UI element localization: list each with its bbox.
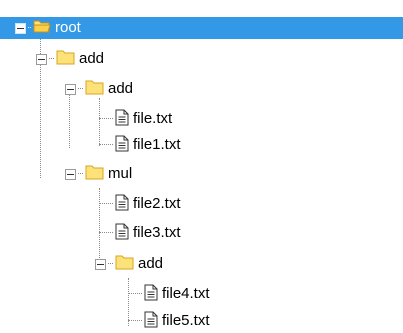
- text-file-icon: [144, 311, 158, 332]
- folder-icon: [85, 79, 104, 99]
- tree-connector-dots: [49, 58, 54, 60]
- tree-node-label: add: [138, 255, 164, 272]
- file-tree: root add add file.txt file1.txt mul file…: [0, 0, 403, 333]
- tree-node-file[interactable]: file2.txt: [99, 193, 181, 215]
- tree-node-file[interactable]: file.txt: [99, 108, 172, 130]
- collapse-toggle-icon[interactable]: [95, 258, 106, 270]
- text-file-icon: [115, 223, 129, 244]
- tree-node-file[interactable]: file5.txt: [128, 310, 210, 332]
- text-file-icon: [115, 109, 129, 130]
- text-file-icon: [115, 135, 129, 156]
- tree-connector-dots: [128, 320, 142, 322]
- folder-icon: [56, 49, 75, 69]
- collapse-toggle-icon[interactable]: [65, 168, 76, 180]
- collapse-toggle-icon[interactable]: [36, 53, 47, 65]
- text-file-icon: [115, 194, 129, 215]
- folder-icon: [85, 164, 104, 184]
- tree-node-label: file1.txt: [133, 136, 181, 153]
- tree-connector-dots: [99, 203, 113, 205]
- tree-node-folder[interactable]: add: [95, 253, 163, 275]
- folder-icon: [115, 254, 134, 274]
- text-file-icon: [144, 284, 158, 305]
- tree-connector-line: [69, 92, 70, 148]
- tree-node-label: root: [55, 19, 81, 36]
- tree-connector-dots: [78, 173, 83, 175]
- tree-node-label: add: [108, 80, 134, 97]
- collapse-toggle-icon[interactable]: [65, 83, 76, 95]
- folder-open-icon: [33, 18, 51, 38]
- collapse-toggle-icon[interactable]: [15, 22, 26, 34]
- tree-node-label: file2.txt: [133, 195, 181, 212]
- tree-node-folder[interactable]: add: [36, 48, 104, 70]
- tree-node-label: file.txt: [133, 110, 173, 127]
- tree-node-root[interactable]: root: [0, 17, 403, 39]
- tree-connector-dots: [28, 27, 31, 29]
- tree-connector-dots: [99, 232, 113, 234]
- tree-node-folder[interactable]: mul: [65, 163, 132, 185]
- tree-node-file[interactable]: file3.txt: [99, 222, 181, 244]
- tree-connector-dots: [128, 293, 142, 295]
- tree-node-label: file5.txt: [162, 312, 210, 329]
- tree-node-label: add: [79, 50, 105, 67]
- tree-node-label: mul: [108, 165, 133, 182]
- tree-connector-dots: [99, 144, 113, 146]
- tree-node-folder[interactable]: add: [65, 78, 133, 100]
- tree-node-label: file3.txt: [133, 224, 181, 241]
- tree-connector-dots: [108, 263, 113, 265]
- tree-node-label: file4.txt: [162, 285, 210, 302]
- tree-node-file[interactable]: file4.txt: [128, 283, 210, 305]
- tree-node-file[interactable]: file1.txt: [99, 134, 181, 156]
- tree-connector-dots: [78, 88, 83, 90]
- tree-connector-dots: [99, 118, 113, 120]
